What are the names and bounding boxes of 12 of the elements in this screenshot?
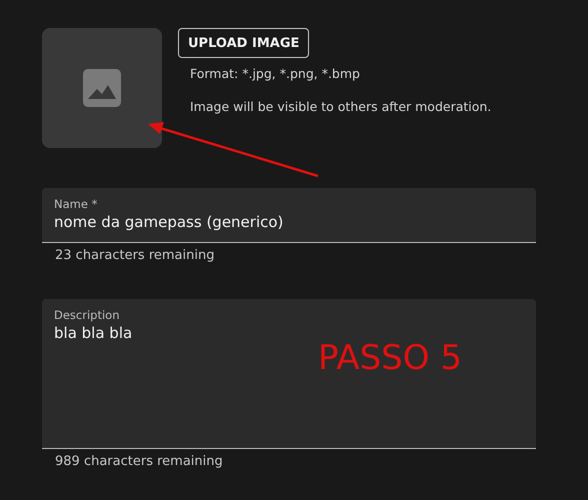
field-label: Name * [54,197,98,211]
upload-image-button[interactable]: UPLOAD IMAGE [178,28,310,58]
format-text: Format: *.jpg, *.png, *.bmp [190,66,360,81]
step-annotation: PASSO 5 [318,338,462,378]
image-icon [83,69,121,107]
field-label: Description [54,308,120,322]
field-value: bla bla bla [54,324,132,342]
name-field[interactable]: Name * nome da gamepass (generico) [42,188,536,243]
moderation-note: Image will be visible to others after moderation. [190,99,492,114]
field-value: nome da gamepass (generico) [54,213,284,231]
characters-remaining: 989 characters remaining [55,454,224,469]
characters-remaining: 23 characters remaining [55,248,216,263]
